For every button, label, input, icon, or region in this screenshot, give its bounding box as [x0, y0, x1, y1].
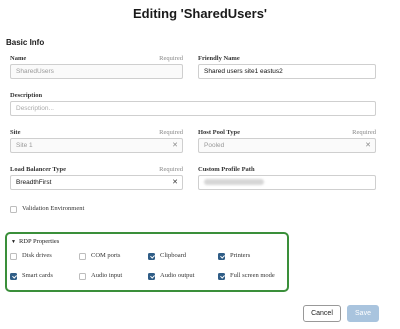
- custom-profile-path-input[interactable]: [198, 175, 376, 190]
- rdp-properties-title: RDP Properties: [18, 238, 60, 245]
- name-input: SharedUsers: [10, 64, 183, 79]
- dialog-title: Editing 'SharedUsers': [132, 6, 268, 21]
- friendly-name-label: Friendly Name: [198, 55, 240, 62]
- load-balancer-type-label: Load Balancer Type: [10, 166, 66, 173]
- name-field: Name Required SharedUsers: [10, 55, 183, 81]
- description-field: Description Description...: [10, 92, 376, 118]
- disk-drives-checkbox[interactable]: [10, 253, 17, 260]
- host-pool-type-label: Host Pool Type: [198, 129, 241, 136]
- validation-environment-checkbox[interactable]: [10, 206, 17, 213]
- audio-input-label: Audio input: [91, 272, 123, 279]
- cancel-button[interactable]: Cancel: [303, 305, 341, 322]
- smart-cards-label: Smart cards: [22, 272, 53, 279]
- audio-output-label: Audio output: [160, 272, 195, 279]
- rdp-properties-toggle[interactable]: ▼ RDP Properties: [11, 238, 59, 245]
- audio-input-checkbox[interactable]: [79, 273, 86, 280]
- printers-checkbox[interactable]: [218, 253, 225, 260]
- custom-profile-path-field: Custom Profile Path: [198, 166, 376, 192]
- clipboard-label: Clipboard: [160, 252, 186, 259]
- com-ports-checkbox[interactable]: [79, 253, 86, 260]
- disk-drives-label: Disk drives: [22, 252, 52, 259]
- name-label: Name: [10, 55, 27, 62]
- site-required-indicator: Required: [159, 129, 183, 136]
- friendly-name-field: Friendly Name Shared users site1 eastus2: [198, 55, 376, 81]
- validation-environment-label: Validation Environment: [22, 205, 85, 212]
- host-pool-type-value: Pooled: [204, 142, 225, 149]
- load-balancer-type-value: BreadthFirst: [16, 179, 52, 186]
- audio-output-checkbox[interactable]: [148, 273, 155, 280]
- host-pool-type-required-indicator: Required: [352, 129, 376, 136]
- smart-cards-checkbox[interactable]: [10, 273, 17, 280]
- custom-profile-path-label: Custom Profile Path: [198, 166, 255, 173]
- site-field: Site Required Site 1 ✕: [10, 129, 183, 155]
- description-label: Description: [10, 92, 43, 99]
- friendly-name-input[interactable]: Shared users site1 eastus2: [198, 64, 376, 79]
- caret-down-icon: ▼: [11, 240, 16, 245]
- name-required-indicator: Required: [159, 55, 183, 62]
- load-balancer-type-field: Load Balancer Type Required BreadthFirst…: [10, 166, 183, 192]
- host-pool-type-select: Pooled ✕: [198, 138, 376, 153]
- description-input[interactable]: Description...: [10, 101, 376, 116]
- printers-label: Printers: [230, 252, 251, 259]
- clipboard-checkbox[interactable]: [148, 253, 155, 260]
- full-screen-mode-label: Full screen mode: [230, 272, 275, 279]
- redacted-value: [204, 179, 264, 186]
- site-select: Site 1 ✕: [10, 138, 183, 153]
- section-title-basic-info: Basic Info: [6, 38, 45, 47]
- save-button[interactable]: Save: [347, 305, 379, 322]
- load-balancer-type-required-indicator: Required: [159, 166, 183, 173]
- load-balancer-type-select[interactable]: BreadthFirst ✕: [10, 175, 183, 190]
- close-icon[interactable]: ✕: [172, 178, 178, 186]
- full-screen-mode-checkbox[interactable]: [218, 273, 225, 280]
- close-icon: ✕: [365, 141, 371, 149]
- site-label: Site: [10, 129, 21, 136]
- host-pool-type-field: Host Pool Type Required Pooled ✕: [198, 129, 376, 155]
- site-value: Site 1: [16, 142, 33, 149]
- close-icon: ✕: [172, 141, 178, 149]
- com-ports-label: COM ports: [91, 252, 121, 259]
